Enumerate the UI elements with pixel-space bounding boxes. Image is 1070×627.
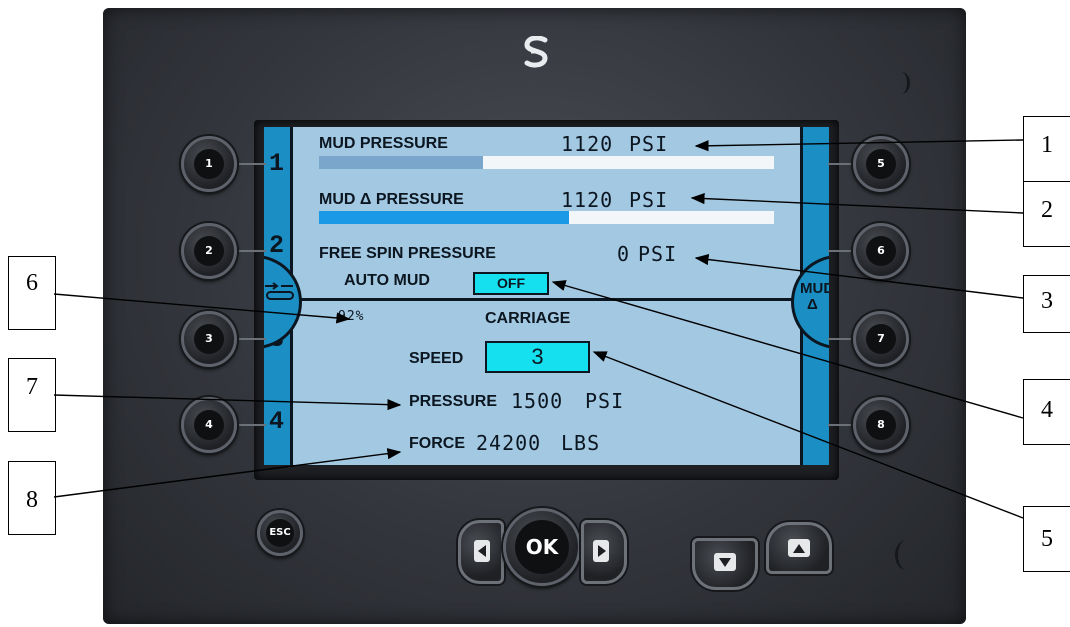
callout-box-3: 3 <box>1023 275 1070 333</box>
free-spin-pressure-unit: PSI <box>638 242 678 266</box>
softkey-4-label: 4 <box>194 410 224 440</box>
mud-delta-pressure-bar-fill <box>319 211 570 224</box>
force-label: FORCE <box>409 435 465 452</box>
softkey-5-label: 5 <box>866 149 896 179</box>
softkey-8-label: 8 <box>866 410 896 440</box>
softkey-1-label: 1 <box>194 149 224 179</box>
screen-key-label-4: 4 <box>269 407 285 436</box>
callout-box-6: 6 <box>8 256 56 330</box>
mud-delta-pressure-value: 1120 <box>561 188 614 212</box>
key-leader-line <box>236 250 266 252</box>
callout-box-4: 4 <box>1023 379 1070 445</box>
section-divider <box>293 298 800 301</box>
callout-box-5: 5 <box>1023 506 1070 572</box>
delta-tab-label: Δ <box>807 296 818 313</box>
softkey-4-button[interactable]: 4 <box>181 397 237 453</box>
softkey-3-label: 3 <box>194 324 224 354</box>
pressure-unit: PSI <box>585 389 625 413</box>
pressure-label: PRESSURE <box>409 393 498 410</box>
brand-logo-icon <box>524 36 548 68</box>
pressure-value: 1500 <box>511 389 564 413</box>
mud-pressure-label: MUD PRESSURE <box>319 135 448 152</box>
softkey-2-button[interactable]: 2 <box>181 223 237 279</box>
mud-pressure-bar-fill <box>319 156 483 169</box>
screen-key-label-2: 2 <box>269 231 285 260</box>
softkey-6-button[interactable]: 6 <box>853 223 909 279</box>
speed-value-field[interactable]: 3 <box>485 341 590 373</box>
up-arrow-button[interactable] <box>766 522 832 574</box>
softkey-7-button[interactable]: 7 <box>853 311 909 367</box>
mount-hole-icon <box>893 72 910 94</box>
arrow-left-icon <box>474 540 490 562</box>
ok-button[interactable]: OK <box>503 508 581 586</box>
arrow-up-icon <box>788 539 810 557</box>
softkey-5-button[interactable]: 5 <box>853 136 909 192</box>
esc-label: ESC <box>266 519 294 547</box>
left-arrow-button[interactable] <box>458 520 504 584</box>
force-unit: LBS <box>561 431 601 455</box>
force-value: 24200 <box>476 431 542 455</box>
mud-delta-tab[interactable]: MUD Δ <box>791 255 829 349</box>
key-leader-line <box>236 163 266 165</box>
mud-delta-pressure-unit: PSI <box>629 188 669 212</box>
auto-mud-toggle[interactable]: OFF <box>473 272 549 295</box>
callout-box-1: 1 <box>1023 116 1070 182</box>
arrow-down-icon <box>714 553 736 571</box>
esc-button[interactable]: ESC <box>257 510 303 556</box>
mount-hole-icon <box>895 540 918 570</box>
carriage-percent: 92% <box>338 309 365 324</box>
lcd-screen: 1 2 3 4 MUD Δ MUD PRESSURE 1120 PSI MUD … <box>264 127 829 465</box>
key-leader-line <box>236 338 266 340</box>
softkey-1-button[interactable]: 1 <box>181 136 237 192</box>
down-arrow-button[interactable] <box>692 538 758 590</box>
mud-pressure-bar <box>319 156 774 169</box>
softkey-7-label: 7 <box>866 324 896 354</box>
mud-delta-pressure-label: MUD Δ PRESSURE <box>319 191 464 208</box>
callout-box-2: 2 <box>1023 181 1070 247</box>
right-arrow-button[interactable] <box>581 520 627 584</box>
mud-tab-label: MUD <box>800 280 829 297</box>
drill-carriage-icon <box>265 282 294 300</box>
ok-label: OK <box>515 520 569 574</box>
mud-pressure-unit: PSI <box>629 132 669 156</box>
softkey-6-label: 6 <box>866 236 896 266</box>
free-spin-pressure-label: FREE SPIN PRESSURE <box>319 245 496 262</box>
speed-label: SPEED <box>409 350 464 367</box>
softkey-2-label: 2 <box>194 236 224 266</box>
screen-key-label-1: 1 <box>269 149 285 178</box>
arrow-right-icon <box>593 540 609 562</box>
auto-mud-label: AUTO MUD <box>344 272 430 289</box>
mud-pressure-value: 1120 <box>561 132 614 156</box>
callout-box-7: 7 <box>8 358 56 432</box>
carriage-title: CARRIAGE <box>485 310 571 327</box>
mud-delta-pressure-bar <box>319 211 774 224</box>
free-spin-pressure-value: 0 <box>617 242 631 266</box>
softkey-8-button[interactable]: 8 <box>853 397 909 453</box>
softkey-3-button[interactable]: 3 <box>181 311 237 367</box>
callout-box-8: 8 <box>8 461 56 535</box>
key-leader-line <box>236 424 266 426</box>
carriage-tab[interactable] <box>264 255 302 349</box>
